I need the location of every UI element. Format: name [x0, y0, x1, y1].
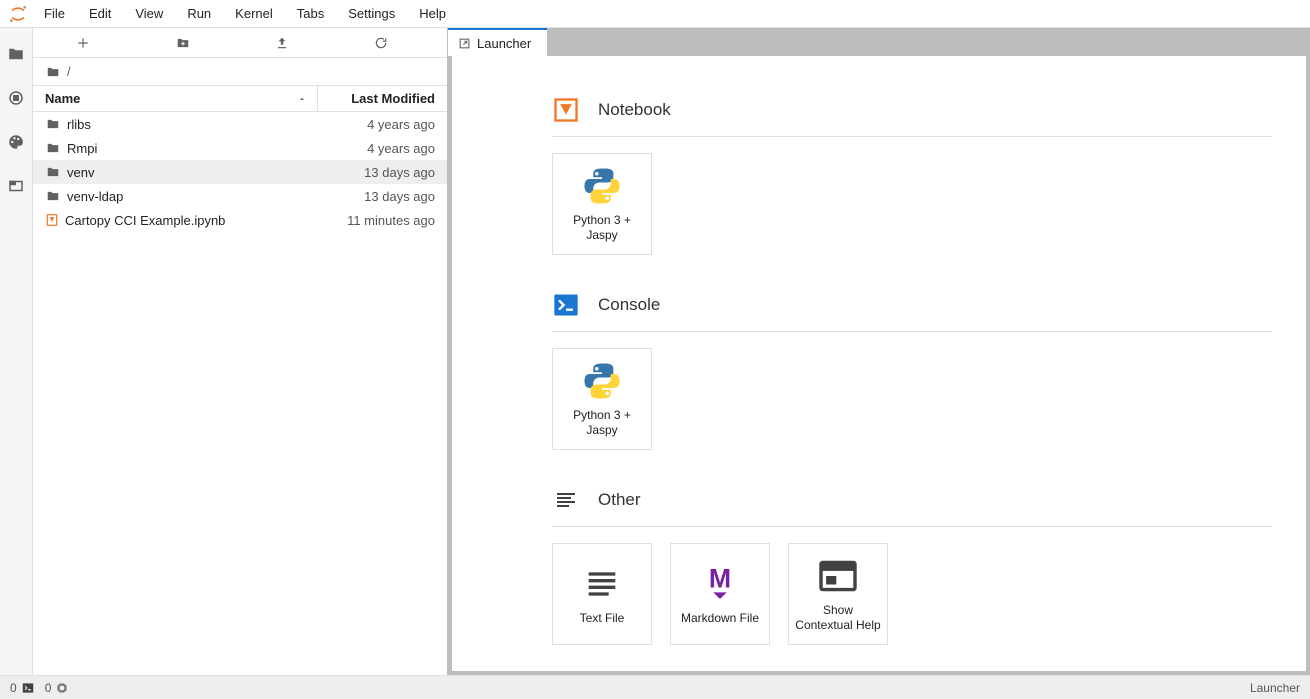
tabs-icon[interactable] — [6, 176, 26, 196]
menubar: FileEditViewRunKernelTabsSettingsHelp — [0, 0, 1310, 28]
text-icon — [581, 563, 623, 605]
terminal-icon — [21, 681, 35, 695]
card-markdown[interactable]: M Markdown File — [670, 543, 770, 645]
section-notebook: Notebook Python 3 + Jaspy — [552, 96, 1272, 255]
menu-help[interactable]: Help — [407, 0, 458, 28]
markdown-icon: M — [699, 563, 741, 605]
card-label: Python 3 + Jaspy — [559, 408, 645, 438]
col-modified-header[interactable]: Last Modified — [317, 86, 447, 111]
upload-button[interactable] — [275, 36, 305, 50]
palette-icon[interactable] — [6, 132, 26, 152]
file-row[interactable]: Cartopy CCI Example.ipynb 11 minutes ago — [33, 208, 447, 232]
tab-title: Launcher — [477, 36, 531, 51]
main-area: / Name Last Modified rlibs4 years agoRmp… — [0, 28, 1310, 675]
sort-asc-icon — [297, 94, 307, 104]
folder-icon — [45, 117, 61, 131]
tab-bar: Launcher — [448, 28, 1310, 56]
card-label: Text File — [580, 611, 625, 626]
file-name: Rmpi — [67, 141, 97, 156]
file-row[interactable]: Rmpi 4 years ago — [33, 136, 447, 160]
file-modified: 13 days ago — [317, 189, 435, 204]
new-folder-button[interactable] — [175, 36, 205, 50]
file-row[interactable]: venv-ldap 13 days ago — [33, 184, 447, 208]
file-modified: 4 years ago — [317, 141, 435, 156]
folder-icon[interactable] — [6, 44, 26, 64]
folder-icon — [45, 189, 61, 203]
folder-icon — [45, 141, 61, 155]
file-name: Cartopy CCI Example.ipynb — [65, 213, 225, 228]
menu-tabs[interactable]: Tabs — [285, 0, 336, 28]
main-dock-panel: Launcher NotebookPython 3 + JaspyConsole… — [448, 28, 1310, 675]
menu-file[interactable]: File — [32, 0, 77, 28]
launch-icon — [458, 37, 471, 50]
refresh-button[interactable] — [374, 36, 404, 50]
file-modified: 13 days ago — [317, 165, 435, 180]
section-title: Console — [598, 295, 660, 315]
card-label: Show Contextual Help — [795, 603, 881, 633]
notebook-section-icon — [552, 96, 580, 124]
menu-run[interactable]: Run — [175, 0, 223, 28]
file-row[interactable]: rlibs 4 years ago — [33, 112, 447, 136]
help-icon — [817, 555, 859, 597]
menu-view[interactable]: View — [123, 0, 175, 28]
card-text[interactable]: Text File — [552, 543, 652, 645]
console-section-icon — [552, 291, 580, 319]
python-icon — [581, 360, 623, 402]
status-kernels[interactable]: 0 — [45, 681, 70, 695]
col-name-header[interactable]: Name — [33, 91, 317, 106]
menu-settings[interactable]: Settings — [336, 0, 407, 28]
running-icon[interactable] — [6, 88, 26, 108]
section-other: Other Text File M Markdown File Show Context… — [552, 486, 1272, 645]
status-bar: 0 0 Launcher — [0, 675, 1310, 699]
svg-text:M: M — [709, 564, 731, 593]
tab-launcher[interactable]: Launcher — [448, 28, 547, 56]
launcher: Notebook Python 3 + Jaspy Console Python 3 … — [452, 56, 1306, 671]
file-browser: / Name Last Modified rlibs4 years agoRmp… — [33, 28, 448, 675]
python-icon — [581, 165, 623, 207]
file-row[interactable]: venv 13 days ago — [33, 160, 447, 184]
section-title: Other — [598, 490, 641, 510]
breadcrumb[interactable]: / — [33, 58, 447, 86]
breadcrumb-path: / — [67, 64, 71, 79]
section-console: Console Python 3 + Jaspy — [552, 291, 1272, 450]
file-name: venv-ldap — [67, 189, 123, 204]
card-label: Python 3 + Jaspy — [559, 213, 645, 243]
notebook-icon — [45, 213, 59, 227]
kernel-icon — [55, 681, 69, 695]
folder-icon — [45, 165, 61, 179]
card-python[interactable]: Python 3 + Jaspy — [552, 153, 652, 255]
new-launcher-button[interactable] — [76, 36, 106, 50]
file-name: rlibs — [67, 117, 91, 132]
file-modified: 4 years ago — [317, 117, 435, 132]
card-label: Markdown File — [681, 611, 759, 626]
file-list: rlibs 4 years ago Rmpi 4 years ago venv 13 da… — [33, 112, 447, 675]
file-name: venv — [67, 165, 94, 180]
card-help[interactable]: Show Contextual Help — [788, 543, 888, 645]
menu-kernel[interactable]: Kernel — [223, 0, 285, 28]
menu-edit[interactable]: Edit — [77, 0, 123, 28]
status-context: Launcher — [1250, 681, 1300, 695]
file-toolbar — [33, 28, 447, 58]
activity-rail — [0, 28, 33, 675]
section-title: Notebook — [598, 100, 671, 120]
file-list-header: Name Last Modified — [33, 86, 447, 112]
card-python[interactable]: Python 3 + Jaspy — [552, 348, 652, 450]
folder-icon — [45, 65, 61, 79]
jupyter-logo — [4, 0, 32, 28]
status-terminals[interactable]: 0 — [10, 681, 35, 695]
other-section-icon — [552, 486, 580, 514]
file-modified: 11 minutes ago — [317, 213, 435, 228]
